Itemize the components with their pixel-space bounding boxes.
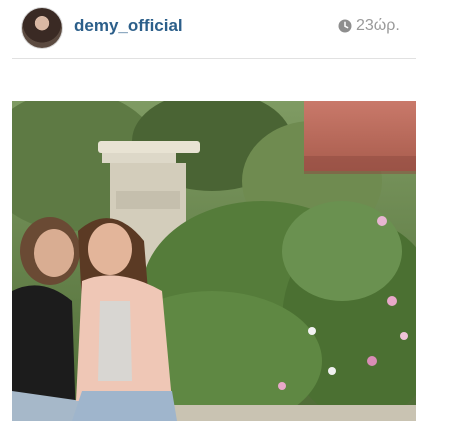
timestamp-label: 23ώρ. <box>356 17 400 34</box>
photo-image <box>12 101 416 421</box>
post-photo[interactable] <box>12 101 416 421</box>
clock-icon <box>338 19 352 33</box>
post-time: 23ώρ. <box>338 17 400 35</box>
post-header: demy_official 23ώρ. <box>0 0 430 58</box>
divider <box>12 58 416 59</box>
username-link[interactable]: demy_official <box>74 16 183 36</box>
avatar[interactable] <box>22 8 62 48</box>
